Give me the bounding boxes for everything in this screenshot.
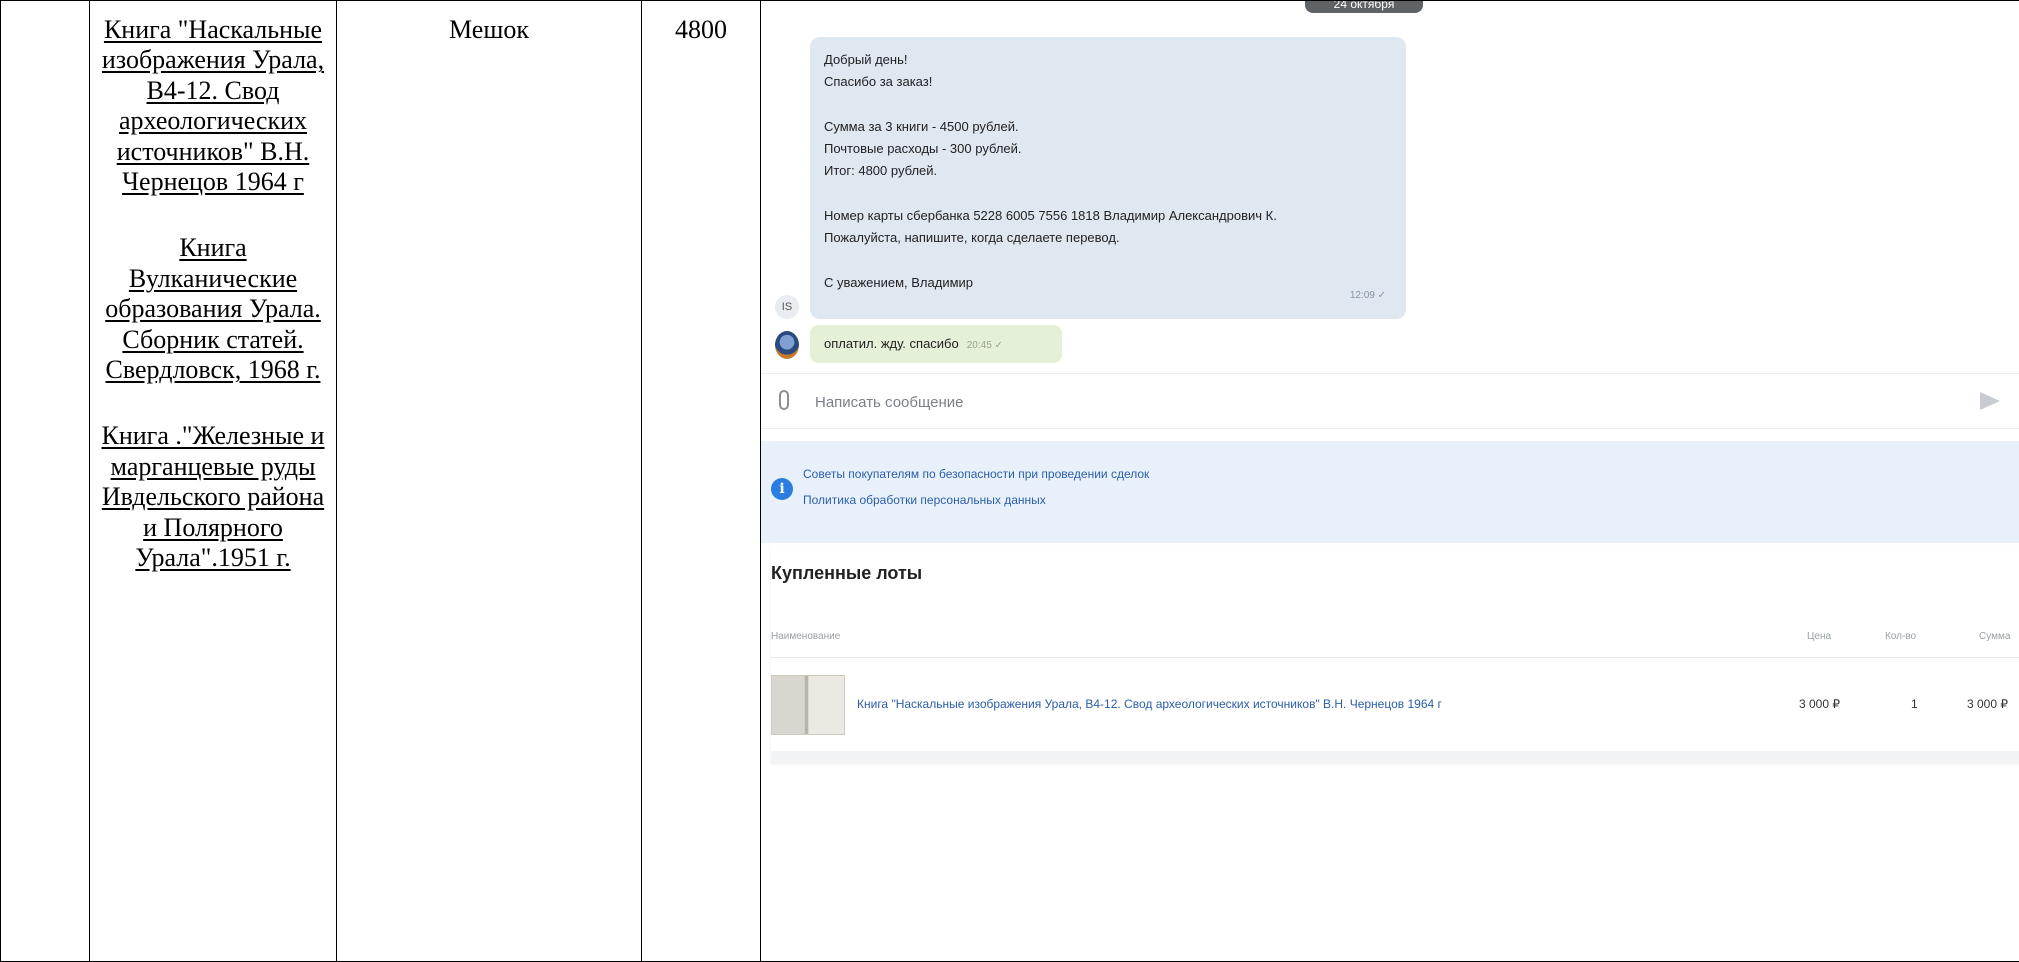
col-header-sum: Сумма <box>1979 631 2011 642</box>
chat-screenshot: 24 октября Добрый день! Спасибо за заказ… <box>761 1 2019 961</box>
book-link-3[interactable]: Книга ."Железные и марганцевые руды Ивде… <box>96 421 330 573</box>
buyer-message-time: 20:45 ✓ <box>966 340 1003 351</box>
privacy-policy-link[interactable]: Политика обработки персональных данных <box>803 493 1046 507</box>
col-header-price: Цена <box>1807 631 1832 642</box>
total-text: 4800 <box>675 15 727 44</box>
header-divider <box>771 657 2019 658</box>
titles-cell: Книга "Наскальные изображения Урала, В4-… <box>89 0 337 962</box>
lot-thumbnail[interactable] <box>771 675 845 735</box>
safety-tips-link[interactable]: Советы покупателям по безопасности при п… <box>803 467 1149 481</box>
safety-notice: i Советы покупателям по безопасности при… <box>761 441 2019 543</box>
empty-cell <box>0 0 90 962</box>
buyer-message-bubble: оплатил. жду. спасибо 20:45 ✓ <box>810 325 1062 363</box>
paperclip-icon[interactable] <box>779 390 789 410</box>
seller-message-bubble: Добрый день! Спасибо за заказ! Сумма за … <box>810 37 1406 319</box>
screenshot-cell: 24 октября Добрый день! Спасибо за заказ… <box>760 0 2019 962</box>
total-cell: 4800 <box>641 0 761 962</box>
book-link-1[interactable]: Книга "Наскальные изображения Урала, В4-… <box>96 15 330 197</box>
date-chip: 24 октября <box>1305 1 1423 13</box>
seller-avatar: IS <box>775 295 799 319</box>
purchased-lots-panel: Купленные лоты Наименование Цена Кол-во … <box>771 547 2019 763</box>
col-header-qty: Кол-во <box>1885 631 1917 642</box>
info-icon: i <box>771 478 793 500</box>
seller-message-text: Добрый день! Спасибо за заказ! Сумма за … <box>824 52 1277 290</box>
book-link-2[interactable]: Книга Вулканические образования Урала. С… <box>96 233 330 385</box>
buyer-avatar <box>775 331 799 359</box>
lots-title: Купленные лоты <box>771 563 923 583</box>
packaging-text: Мешок <box>449 15 529 44</box>
buyer-message-text: оплатил. жду. спасибо <box>824 336 959 351</box>
lot-price: 3 000 ₽ <box>1799 697 1840 711</box>
lot-qty: 1 <box>1911 697 1918 711</box>
seller-message-time: 12:09 ✓ <box>1349 290 1386 301</box>
lot-name-link[interactable]: Книга "Наскальные изображения Урала, В4-… <box>857 697 1442 711</box>
message-input[interactable] <box>813 388 1917 416</box>
lot-sum: 3 000 ₽ <box>1967 697 2008 711</box>
col-header-name: Наименование <box>771 631 841 642</box>
order-table: Книга "Наскальные изображения Урала, В4-… <box>0 0 2019 962</box>
message-composer <box>761 373 2019 429</box>
send-icon[interactable] <box>1980 392 2000 410</box>
packaging-cell: Мешок <box>336 0 642 962</box>
panel-footer <box>771 751 2019 763</box>
table-row: Книга "Наскальные изображения Урала, В4-… <box>0 0 2019 962</box>
